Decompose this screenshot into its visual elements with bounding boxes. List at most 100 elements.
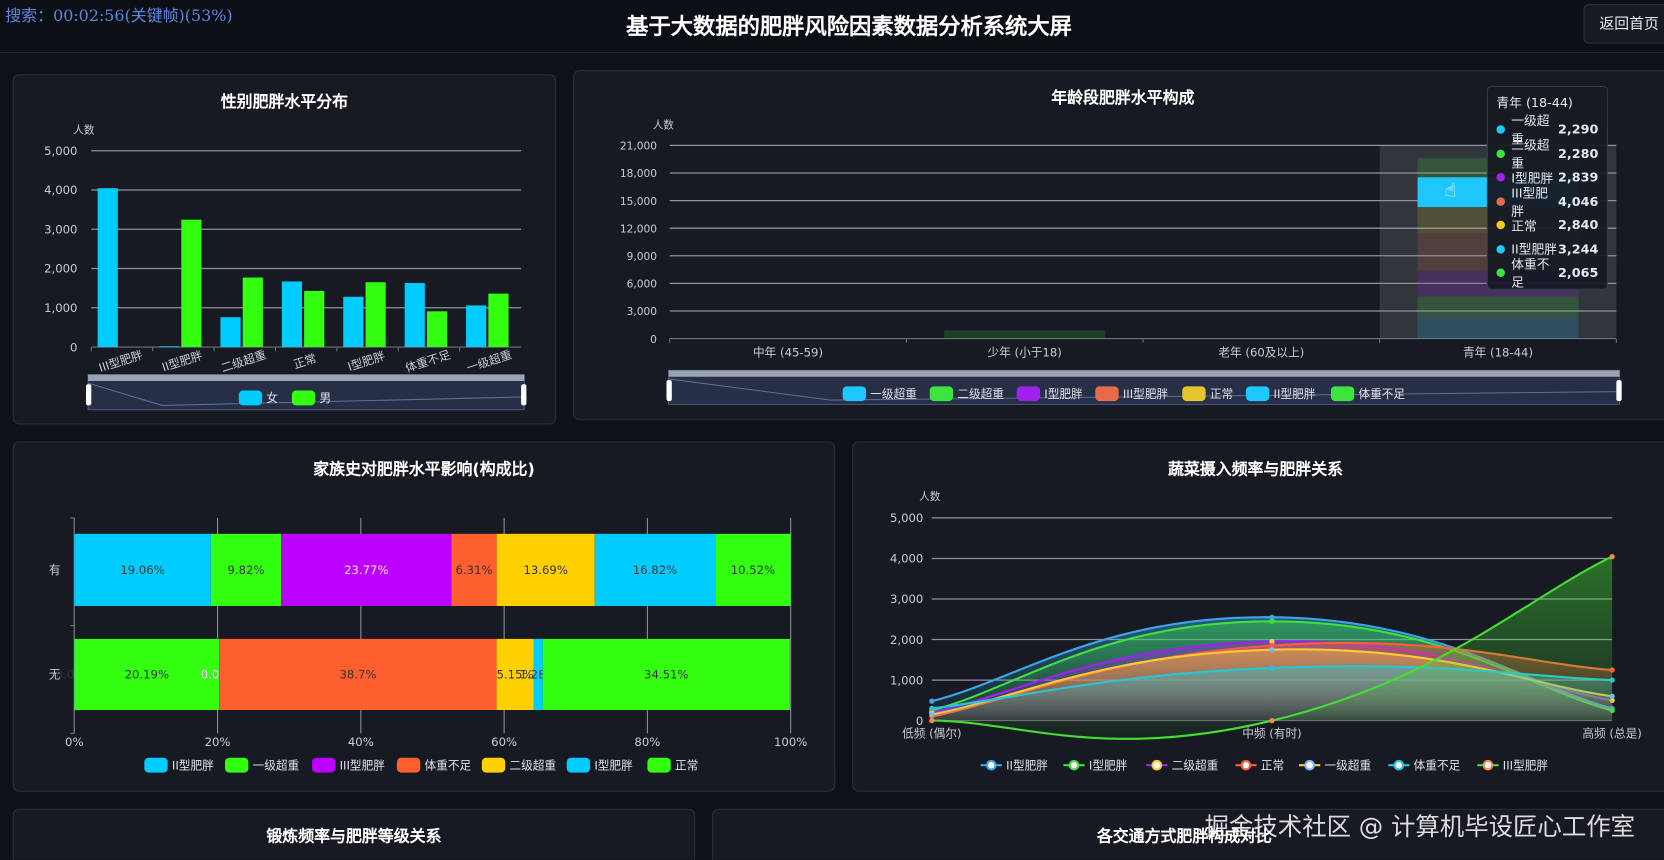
zoom-move-handle[interactable] (88, 375, 524, 381)
y-tick-label: 3,000 (890, 592, 923, 606)
zoom-handle-right[interactable] (1616, 380, 1621, 401)
bar-女-II型肥胖[interactable] (159, 346, 179, 347)
legend-label: 正常 (675, 758, 698, 772)
legend-swatch[interactable] (1246, 386, 1269, 401)
zoom-handle-left[interactable] (86, 384, 91, 405)
legend-label: I型肥胖 (1044, 387, 1083, 401)
point-一级超重-中频 (有时)[interactable] (1269, 647, 1274, 652)
x-tick-label: 青年 (18-44) (1463, 346, 1533, 360)
y-tick-label: 6,000 (627, 278, 658, 291)
legend-swatch[interactable] (843, 386, 866, 401)
legend-swatch[interactable] (1095, 386, 1118, 401)
legend-label: II型肥胖 (1006, 758, 1048, 772)
legend-swatch[interactable] (567, 758, 590, 773)
bar-男-I型肥胖[interactable] (366, 282, 386, 347)
y-tick-label: 2,000 (890, 633, 923, 647)
legend-swatch[interactable] (930, 386, 953, 401)
tooltip-row: 正常2,840 (1496, 213, 1598, 237)
legend-label: 体重不足 (425, 758, 472, 772)
bar-女-二级超重[interactable] (220, 317, 240, 347)
x-tick-label: 体重不足 (403, 347, 452, 375)
y-tick-label: 1,000 (44, 301, 77, 315)
legend-swatch[interactable] (482, 758, 505, 773)
series-dot-icon (1496, 221, 1504, 229)
legend-label: 一级超重 (253, 758, 300, 772)
zoom-handle-right[interactable] (521, 384, 526, 405)
x-tick-label: 中年 (45-59) (753, 346, 823, 360)
legend-swatch[interactable] (647, 758, 670, 773)
chart-title: 锻炼频率与肥胖等级关系 (14, 825, 694, 847)
tooltip-value: 2,290 (1558, 122, 1598, 137)
legend-item[interactable]: 一级超重 (1299, 758, 1371, 772)
data-label: 13.69% (523, 563, 567, 577)
bar-男-正常[interactable] (304, 291, 324, 347)
legend-swatch[interactable] (1331, 386, 1354, 401)
bar-体重不足-少年 (小于18)[interactable] (944, 330, 1105, 338)
legend-swatch[interactable] (292, 391, 315, 406)
point-体重不足-中频 (有时)[interactable] (1269, 665, 1274, 670)
x-tick-label: 0% (65, 735, 84, 749)
x-tick-label: 正常 (292, 351, 319, 372)
legend-item[interactable]: 二级超重 (1146, 758, 1218, 772)
legend-marker-icon (1242, 761, 1250, 769)
legend: II型肥胖一级超重III型肥胖体重不足二级超重I型肥胖正常 (144, 758, 698, 773)
series-dot-icon (1496, 149, 1504, 157)
x-tick-label: 高频 (总是) (1582, 727, 1641, 741)
legend-swatch[interactable] (1017, 386, 1040, 401)
point-II型肥胖-低频 (偶尔)[interactable] (929, 699, 934, 704)
legend-label: 男 (319, 391, 331, 405)
data-label: 16.82% (633, 563, 677, 577)
legend-label: 正常 (1210, 387, 1233, 401)
bar-女-I型肥胖[interactable] (343, 297, 363, 347)
tooltip-series-name: III型肥胖 (1511, 183, 1558, 219)
x-tick-label: 40% (348, 735, 374, 749)
point-III型肥胖-中频 (有时)[interactable] (1269, 718, 1274, 723)
bar-女-III型肥胖[interactable] (98, 188, 118, 347)
bar-女-一级超重[interactable] (466, 305, 486, 347)
point-III型肥胖-高频 (总是)[interactable] (1609, 554, 1614, 559)
bar-女-正常[interactable] (282, 281, 302, 347)
legend-swatch[interactable] (312, 758, 335, 773)
legend-swatch[interactable] (144, 758, 167, 773)
bar-男-II型肥胖[interactable] (181, 220, 201, 347)
x-tick-label: 二级超重 (219, 347, 268, 375)
zoom-move-handle[interactable] (669, 370, 1620, 376)
y-tick-label: 1,000 (890, 673, 923, 687)
x-tick-label: 老年 (60及以上) (1218, 346, 1304, 360)
tooltip-value: 2,839 (1558, 170, 1598, 185)
legend-item[interactable]: 体重不足 (1388, 758, 1460, 772)
y-tick-label: 4,000 (44, 183, 77, 197)
tooltip-value: 3,244 (1558, 242, 1598, 257)
point-III型肥胖-低频 (偶尔)[interactable] (929, 718, 934, 723)
bar-男-体重不足[interactable] (427, 311, 447, 347)
point-体重不足-低频 (偶尔)[interactable] (929, 706, 934, 711)
legend-item[interactable]: III型肥胖 (1477, 758, 1548, 772)
legend-item[interactable]: 正常 (1235, 758, 1284, 772)
series-dot-icon (1496, 125, 1504, 133)
bar-女-体重不足[interactable] (405, 283, 425, 347)
y-tick-label: 3,000 (627, 305, 658, 318)
legend-swatch[interactable] (225, 758, 248, 773)
legend-swatch[interactable] (1182, 386, 1205, 401)
bar-男-二级超重[interactable] (243, 278, 263, 348)
bar-二级超重-青年 (18-44)[interactable] (1418, 297, 1579, 318)
legend-swatch[interactable] (397, 758, 420, 773)
legend-label: I型肥胖 (594, 758, 633, 772)
tooltip-value: 4,046 (1558, 194, 1598, 209)
y-tick-label: 18,000 (620, 167, 657, 180)
legend-marker-icon (1305, 761, 1313, 769)
back-home-button[interactable]: 返回首页 (1583, 4, 1664, 43)
bar-一级超重-青年 (18-44)[interactable] (1418, 317, 1579, 338)
y-tick-label: 9,000 (627, 250, 658, 263)
legend-item[interactable]: II型肥胖 (981, 758, 1049, 772)
tooltip-series-name: 二级超重 (1511, 136, 1558, 172)
bar-男-一级超重[interactable] (488, 294, 508, 347)
legend-swatch[interactable] (239, 391, 262, 406)
legend-item[interactable]: I型肥胖 (1063, 758, 1127, 772)
data-label: 38.7% (339, 668, 376, 682)
y-tick-label: 0 (70, 340, 77, 354)
gender-obesity-chart: 人数01,0002,0003,0004,0005,000III型肥胖II型肥胖二… (14, 75, 556, 424)
y-tick-label: 12,000 (620, 222, 657, 235)
point-I型肥胖-中频 (有时)[interactable] (1269, 619, 1274, 624)
zoom-handle-left[interactable] (666, 380, 671, 401)
